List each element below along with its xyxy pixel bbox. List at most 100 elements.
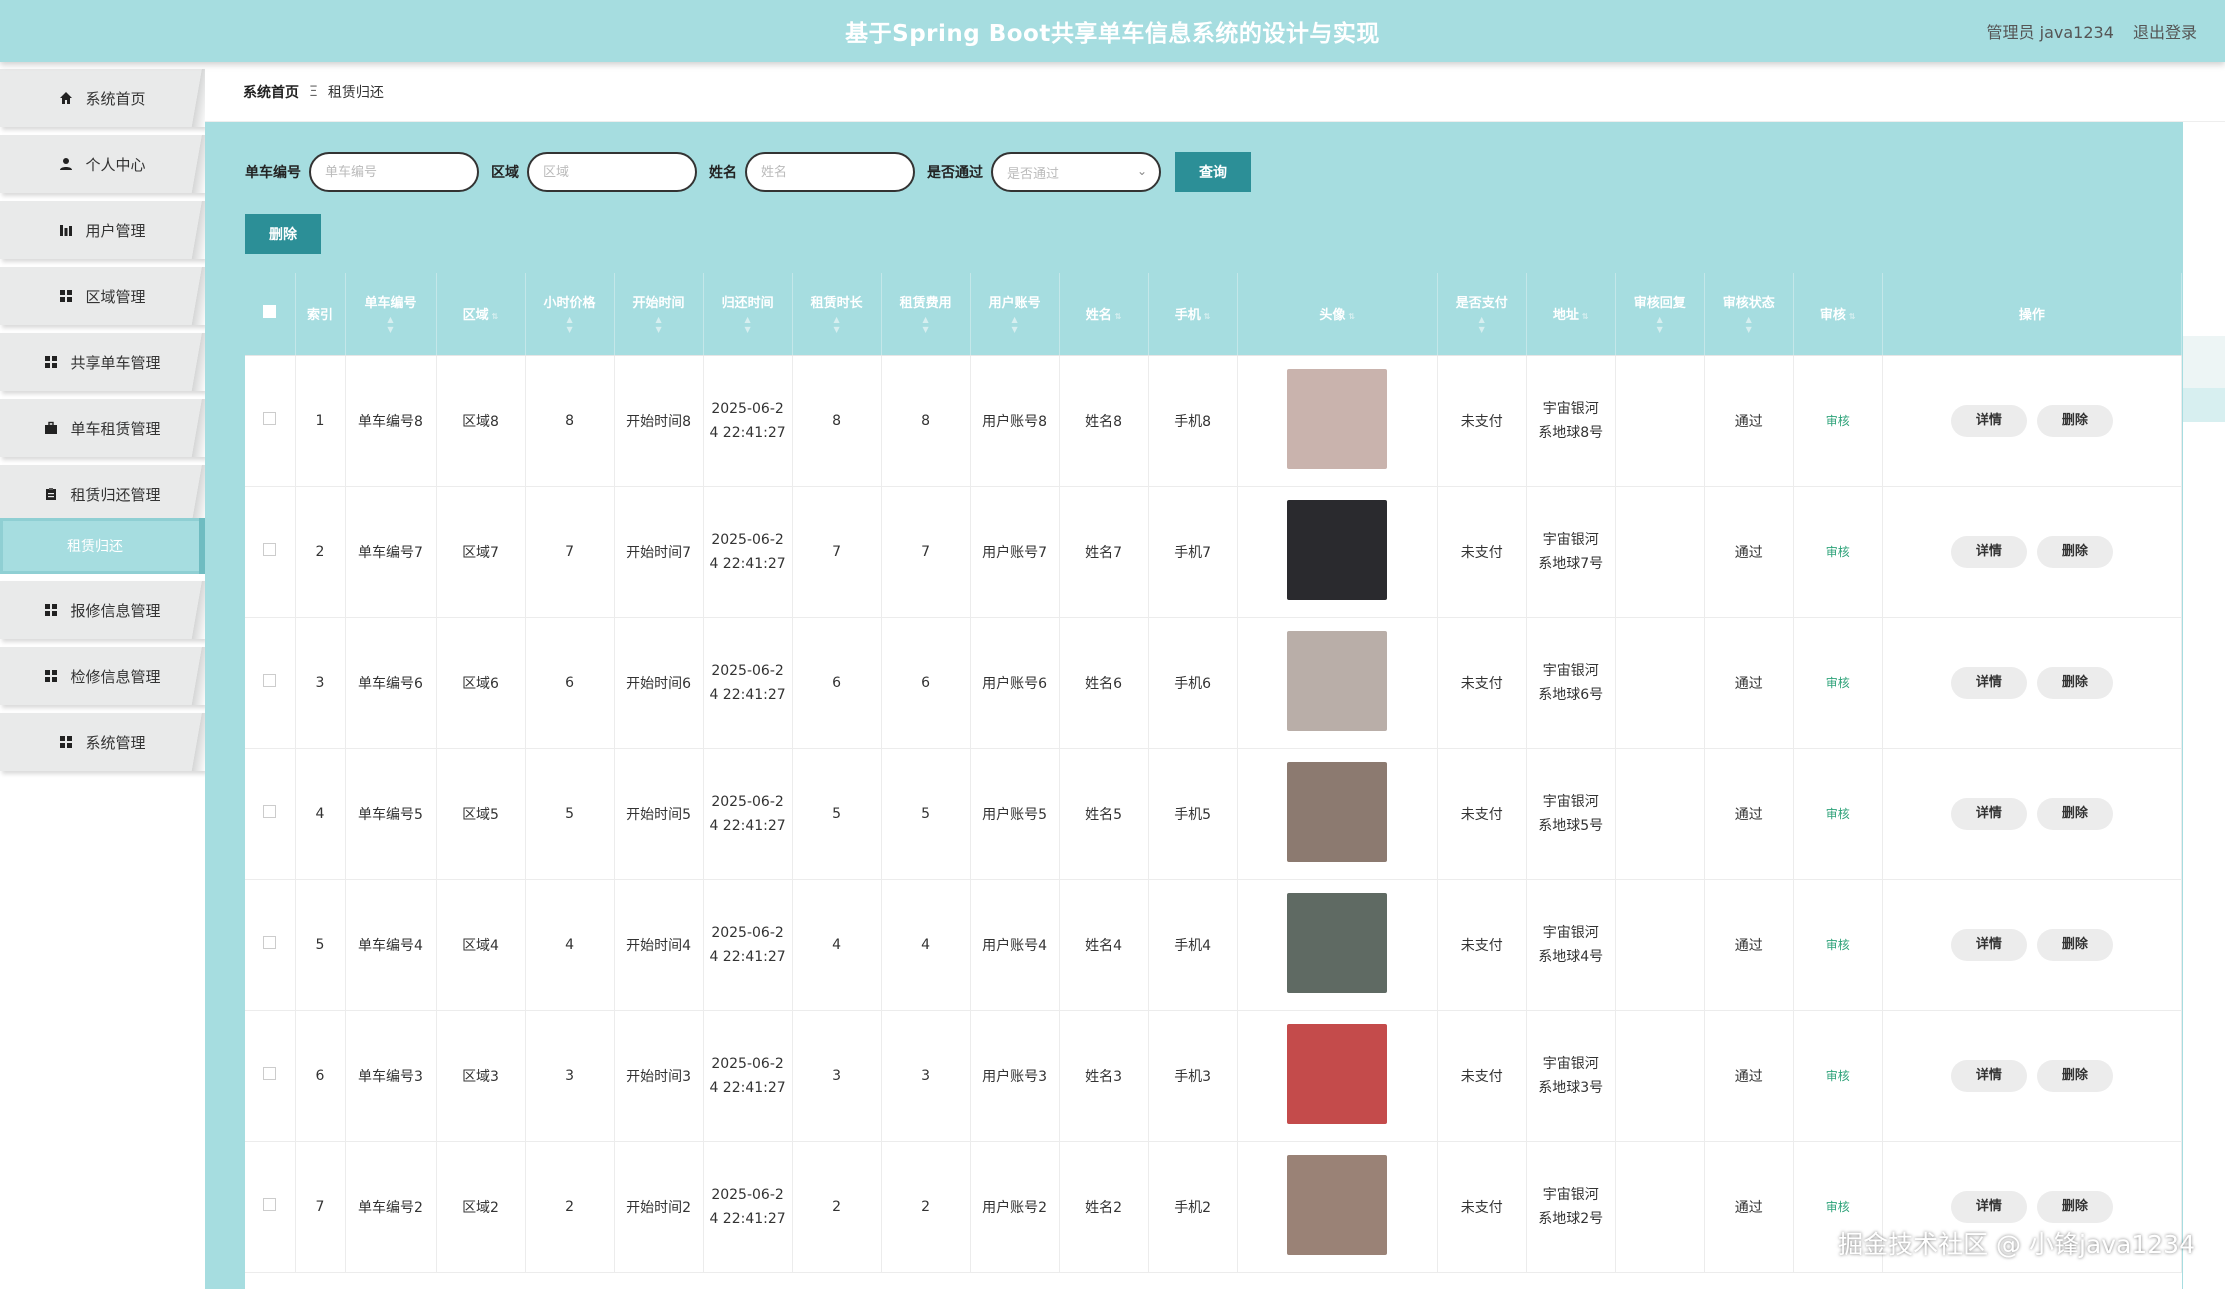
sidebar-item-profile[interactable]: 个人中心 — [0, 135, 206, 193]
sidebar-item-home[interactable]: 系统首页 — [0, 69, 206, 127]
audit-link[interactable]: 审核 — [1826, 545, 1850, 559]
delete-button[interactable]: 删除 — [2036, 797, 2113, 830]
row-checkbox[interactable] — [263, 805, 277, 818]
column-header[interactable]: 单车编号 ▲ ▼ — [345, 273, 437, 356]
column-header[interactable]: 归还时间 ▲ ▼ — [703, 273, 793, 356]
bike-no-field[interactable] — [309, 152, 479, 192]
sort-icon[interactable]: ⇅ — [1348, 312, 1355, 321]
delete-button[interactable]: 删除 — [2036, 1190, 2113, 1223]
detail-button[interactable]: 详情 — [1950, 535, 2027, 568]
column-header[interactable]: 手机 ⇅ — [1148, 273, 1238, 356]
sort-icon[interactable]: ▲ ▼ — [346, 315, 436, 335]
name-input[interactable] — [761, 164, 901, 180]
detail-button[interactable]: 详情 — [1950, 666, 2027, 699]
sort-icon[interactable]: ⇅ — [1849, 312, 1856, 321]
audit-link[interactable]: 审核 — [1826, 1200, 1850, 1214]
bike-no-input[interactable] — [325, 164, 465, 180]
column-header[interactable]: 小时价格 ▲ ▼ — [525, 273, 615, 356]
column-header[interactable]: 头像 ⇅ — [1237, 273, 1438, 356]
cell-bike-no: 单车编号3 — [345, 1010, 437, 1142]
sidebar-subitem-return[interactable]: 租赁归还 — [0, 518, 205, 574]
cell-reply — [1615, 1141, 1705, 1273]
row-select-cell[interactable] — [245, 879, 296, 1011]
name-field[interactable] — [745, 152, 915, 192]
delete-button[interactable]: 删除 — [2036, 666, 2113, 699]
column-header[interactable]: 地址 ⇅ — [1526, 273, 1616, 356]
logout-link[interactable]: 退出登录 — [2133, 23, 2197, 42]
cell-bike-no: 单车编号7 — [345, 486, 437, 618]
search-button[interactable]: 查询 — [1175, 152, 1251, 192]
sort-icon[interactable]: ⇅ — [1115, 312, 1122, 321]
column-header[interactable]: 是否支付 ▲ ▼ — [1437, 273, 1527, 356]
column-header[interactable]: 审核回复 ▲ ▼ — [1615, 273, 1705, 356]
audit-link[interactable]: 审核 — [1826, 414, 1850, 428]
sort-icon[interactable]: ▲ ▼ — [882, 315, 970, 335]
row-select-cell[interactable] — [245, 355, 296, 487]
audit-link[interactable]: 审核 — [1826, 676, 1850, 690]
sidebar-item-areas[interactable]: 区域管理 — [0, 267, 206, 325]
column-header[interactable]: 审核状态 ▲ ▼ — [1704, 273, 1794, 356]
breadcrumb-home[interactable]: 系统首页 — [243, 82, 299, 102]
pass-select[interactable]: 是否通过 ⌄ — [991, 152, 1161, 192]
column-header[interactable]: 审核 ⇅ — [1793, 273, 1883, 356]
sort-icon[interactable]: ⇅ — [492, 312, 499, 321]
sort-icon[interactable]: ⇅ — [1204, 312, 1211, 321]
row-select-cell[interactable] — [245, 1010, 296, 1142]
sort-icon[interactable]: ▲ ▼ — [704, 315, 792, 335]
sort-icon[interactable]: ▲ ▼ — [793, 315, 881, 335]
audit-link[interactable]: 审核 — [1826, 1069, 1850, 1083]
audit-link[interactable]: 审核 — [1826, 938, 1850, 952]
bike-no-label: 单车编号 — [245, 165, 301, 181]
sidebar-item-users[interactable]: 用户管理 — [0, 201, 206, 259]
sort-icon[interactable]: ▲ ▼ — [1705, 315, 1793, 335]
detail-button[interactable]: 详情 — [1950, 797, 2027, 830]
row-select-cell[interactable] — [245, 486, 296, 618]
column-header[interactable]: 区域 ⇅ — [436, 273, 526, 356]
delete-button[interactable]: 删除 — [2036, 535, 2113, 568]
detail-button[interactable]: 详情 — [1950, 1190, 2027, 1223]
sort-icon[interactable]: ▲ ▼ — [1616, 315, 1704, 335]
row-select-cell[interactable] — [245, 1141, 296, 1273]
sidebar-item-repairs[interactable]: 报修信息管理 — [0, 581, 206, 639]
sidebar-item-returns[interactable]: 租赁归还管理 — [0, 465, 206, 523]
sort-icon[interactable]: ▲ ▼ — [1438, 315, 1526, 335]
cell-status: 通过 — [1704, 1141, 1794, 1273]
area-field[interactable] — [527, 152, 697, 192]
sort-icon[interactable]: ▲ ▼ — [526, 315, 614, 335]
audit-link[interactable]: 审核 — [1826, 807, 1850, 821]
detail-button[interactable]: 详情 — [1950, 404, 2027, 437]
column-header[interactable]: 租赁时长 ▲ ▼ — [792, 273, 882, 356]
column-header[interactable]: 开始时间 ▲ ▼ — [614, 273, 704, 356]
row-checkbox[interactable] — [263, 674, 277, 687]
batch-delete-button[interactable]: 删除 — [245, 214, 321, 254]
row-checkbox[interactable] — [263, 1198, 277, 1211]
sort-icon[interactable]: ▲ ▼ — [971, 315, 1059, 335]
sidebar-item-system[interactable]: 系统管理 — [0, 713, 206, 771]
select-all-header[interactable] — [245, 273, 296, 356]
sidebar-item-rentals[interactable]: 单车租赁管理 — [0, 399, 206, 457]
column-header[interactable]: 用户账号 ▲ ▼ — [970, 273, 1060, 356]
cell-index: 4 — [295, 748, 346, 880]
sort-icon[interactable]: ▲ ▼ — [615, 315, 703, 335]
row-checkbox[interactable] — [263, 936, 277, 949]
delete-button[interactable]: 删除 — [2036, 928, 2113, 961]
row-select-cell[interactable] — [245, 617, 296, 749]
cell-reply — [1615, 617, 1705, 749]
sort-icon[interactable]: ⇅ — [1582, 312, 1589, 321]
cell-fee: 7 — [881, 486, 971, 618]
address-line: 系地球2号 — [1538, 1210, 1604, 1227]
sidebar-item-bikes[interactable]: 共享单车管理 — [0, 333, 206, 391]
row-select-cell[interactable] — [245, 748, 296, 880]
select-all-checkbox[interactable] — [263, 305, 277, 319]
row-checkbox[interactable] — [263, 1067, 277, 1080]
row-checkbox[interactable] — [263, 412, 277, 425]
area-input[interactable] — [543, 164, 683, 180]
column-header[interactable]: 租赁费用 ▲ ▼ — [881, 273, 971, 356]
delete-button[interactable]: 删除 — [2036, 1059, 2113, 1092]
row-checkbox[interactable] — [263, 543, 277, 556]
column-header[interactable]: 姓名 ⇅ — [1059, 273, 1149, 356]
detail-button[interactable]: 详情 — [1950, 928, 2027, 961]
detail-button[interactable]: 详情 — [1950, 1059, 2027, 1092]
delete-button[interactable]: 删除 — [2036, 404, 2113, 437]
sidebar-item-inspections[interactable]: 检修信息管理 — [0, 647, 206, 705]
